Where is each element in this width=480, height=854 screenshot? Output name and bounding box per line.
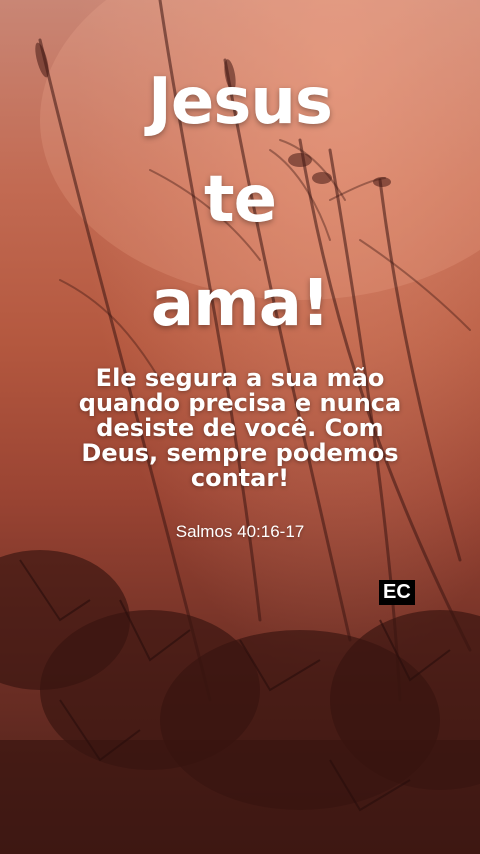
message-line-4: Deus, sempre podemos: [81, 439, 399, 467]
story-screen: Jesus te ama! Ele segura a sua mão quand…: [0, 0, 480, 854]
bible-reference: Salmos 40:16-17: [175, 522, 305, 541]
message-line-2: quando precisa e nunca: [78, 389, 402, 417]
title-line-3: ama!: [150, 267, 330, 341]
message-line-3: desiste de você. Com: [96, 414, 384, 442]
title-line-2: te: [204, 163, 277, 237]
message-text: Ele segura a sua mão quando precisa e nu…: [40, 366, 440, 491]
title-line-1: Jesus: [148, 65, 333, 139]
message-line-5: contar!: [190, 464, 290, 492]
message-line-1: Ele segura a sua mão: [95, 364, 385, 392]
watermark-badge: EC: [379, 580, 415, 605]
